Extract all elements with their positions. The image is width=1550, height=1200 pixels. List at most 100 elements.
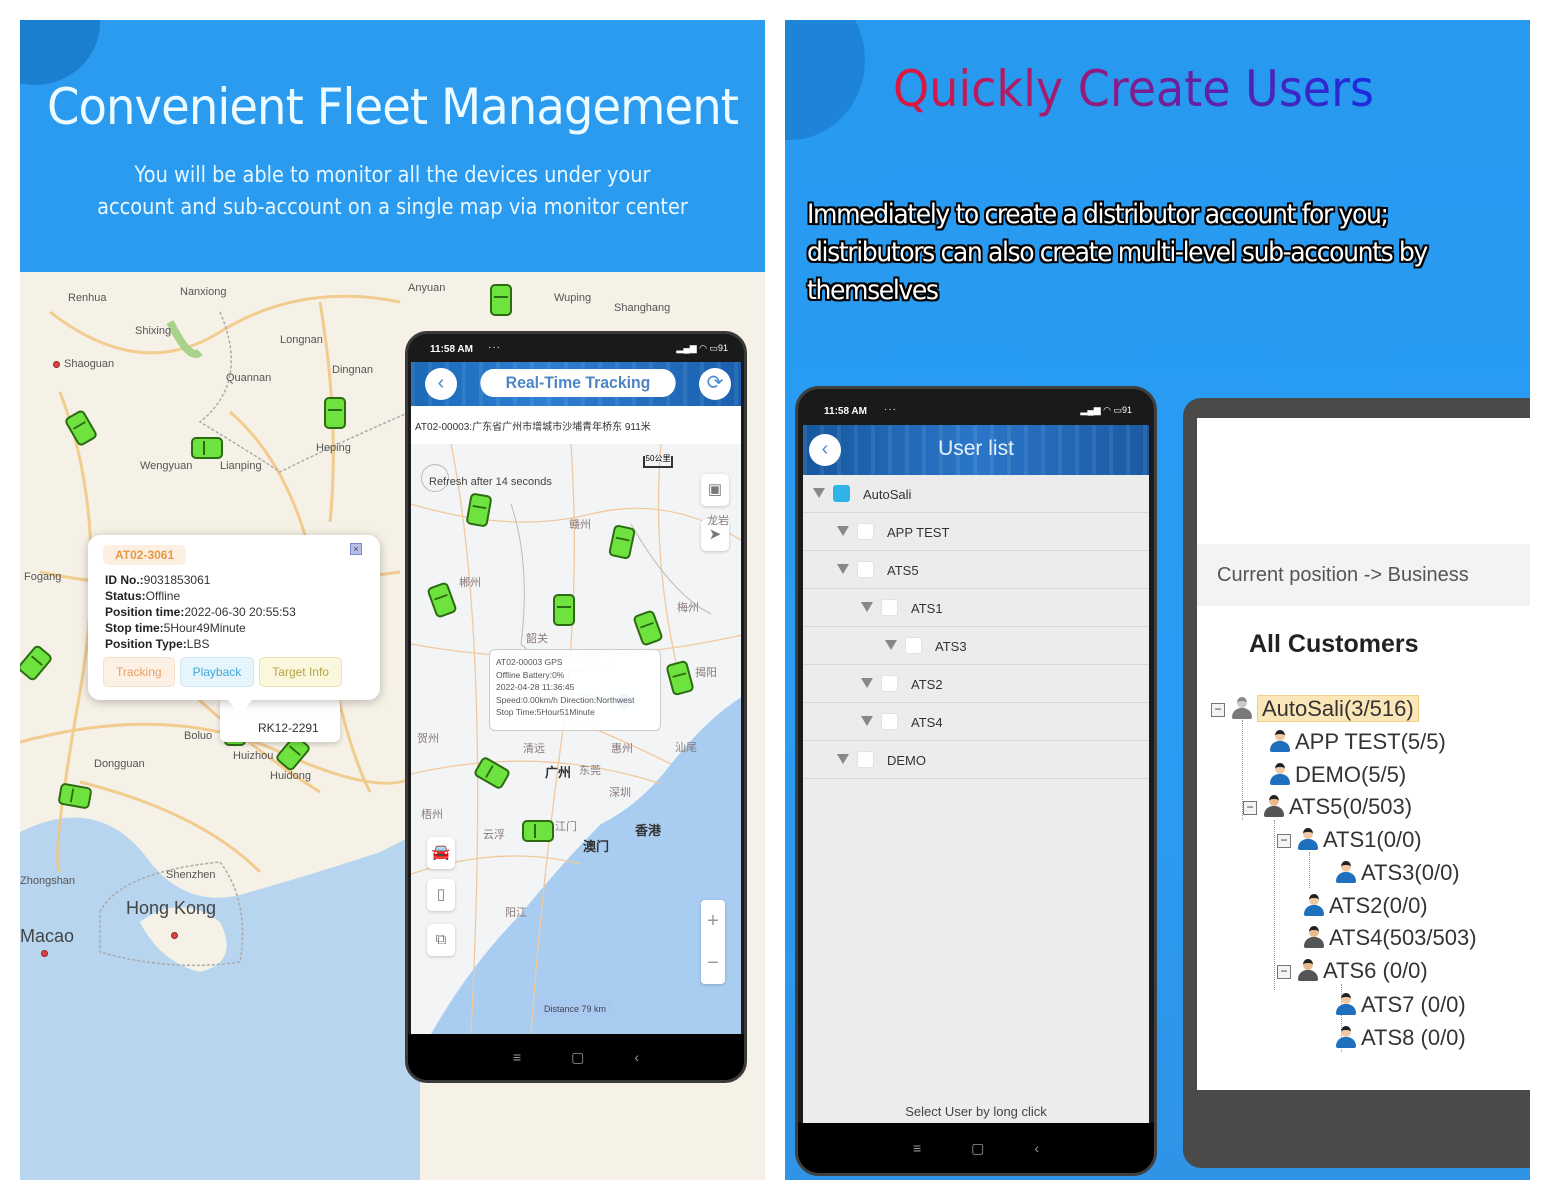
target-info-button[interactable]: Target Info: [259, 657, 342, 687]
tracking-map[interactable]: Refresh after 14 seconds 50公里 ▣ ➤ 赣州 郴州 …: [411, 444, 741, 1034]
user-checkbox[interactable]: [881, 675, 898, 692]
car-icon: 🚘: [431, 844, 451, 861]
expand-triangle-icon[interactable]: [813, 488, 825, 498]
user-row[interactable]: ATS4: [803, 703, 1149, 741]
expand-triangle-icon[interactable]: [861, 716, 873, 726]
tree-node[interactable]: APP TEST(5/5): [1269, 727, 1446, 757]
user-name: ATS5: [887, 563, 919, 578]
map-label: 汕尾: [675, 742, 697, 754]
user-row[interactable]: ATS3: [803, 627, 1149, 665]
map-label: Anyuan: [408, 282, 446, 294]
distance-label: Distance 79 km: [536, 1000, 615, 1018]
page-title: Real-Time Tracking: [480, 369, 676, 397]
home-icon[interactable]: ▢: [971, 1140, 984, 1157]
expand-triangle-icon[interactable]: [861, 678, 873, 688]
user-name: DEMO: [887, 753, 926, 768]
tree-node[interactable]: ATS4(503/503): [1303, 923, 1477, 953]
user-row[interactable]: ATS2: [803, 665, 1149, 703]
tree-node[interactable]: DEMO(5/5): [1269, 760, 1406, 790]
map-label: Boluo: [184, 730, 213, 742]
menu-icon[interactable]: ≡: [913, 1140, 921, 1156]
user-name: ATS4: [911, 715, 943, 730]
back-icon[interactable]: ‹: [1034, 1140, 1039, 1156]
city-marker: [171, 932, 178, 939]
phone-mode-button[interactable]: ▯: [427, 879, 455, 911]
tree-node[interactable]: − ATS5(0/503): [1243, 792, 1412, 822]
user-checkbox[interactable]: [857, 561, 874, 578]
map-label: Zhongshan: [20, 875, 76, 887]
user-checkbox[interactable]: [881, 599, 898, 616]
playback-button[interactable]: Playback: [179, 657, 255, 687]
status-time: 11:58 AM: [824, 406, 867, 417]
map-label: Fogang: [24, 571, 62, 583]
user-row[interactable]: ATS1: [803, 589, 1149, 627]
map-label-macao: Macao: [20, 926, 75, 946]
vehicle-marker[interactable]: [191, 437, 223, 459]
fleet-subtitle-line2: account and sub-account on a single map …: [97, 195, 688, 220]
map-label: 广州: [545, 765, 572, 780]
refresh-button[interactable]: ⟳: [699, 368, 731, 400]
tree-node[interactable]: ATS3(0/0): [1335, 858, 1460, 888]
user-checkbox[interactable]: [905, 637, 922, 654]
app-header: ‹ Real-Time Tracking ⟳: [411, 362, 741, 406]
back-button[interactable]: ‹: [425, 368, 457, 400]
vehicle-marker[interactable]: [324, 397, 346, 429]
collapse-icon[interactable]: −: [1277, 965, 1291, 980]
collapse-icon[interactable]: −: [1211, 703, 1225, 718]
fleet-subtitle-line1: You will be able to monitor all the devi…: [134, 163, 651, 188]
user-icon: [1303, 893, 1325, 917]
expand-triangle-icon[interactable]: [885, 640, 897, 650]
close-icon[interactable]: ×: [350, 543, 362, 555]
collapse-icon[interactable]: −: [1277, 834, 1291, 849]
fleet-title: Convenient Fleet Management: [46, 78, 739, 136]
user-row[interactable]: APP TEST: [803, 513, 1149, 551]
user-checkbox[interactable]: [857, 523, 874, 540]
vehicle-marker[interactable]: [553, 594, 575, 626]
vehicle-marker[interactable]: [522, 820, 554, 842]
map-label: Shanghang: [614, 302, 671, 314]
gps-info-popup: AT02-00003 GPS Offline Battery:0% 2022-0…: [489, 649, 661, 731]
tree-node[interactable]: ATS7 (0/0): [1335, 990, 1466, 1020]
home-icon[interactable]: ▢: [571, 1049, 584, 1066]
signal-wifi-battery-icon: ▂▄▆ ◠ ▭91: [1080, 405, 1132, 415]
user-checkbox[interactable]: [857, 751, 874, 768]
expand-triangle-icon[interactable]: [837, 526, 849, 536]
user-row[interactable]: DEMO: [803, 741, 1149, 779]
tree-node[interactable]: ATS8 (0/0): [1335, 1023, 1466, 1053]
expand-triangle-icon[interactable]: [837, 564, 849, 574]
tree-node[interactable]: − ATS1(0/0): [1277, 825, 1422, 855]
zoom-in-button[interactable]: +: [701, 900, 725, 942]
map-label-hong-kong: Hong Kong: [126, 898, 217, 918]
map-label: 阳江: [505, 907, 527, 919]
map-label: 惠州: [611, 743, 633, 755]
collapse-icon[interactable]: −: [1243, 801, 1257, 816]
customers-heading: All Customers: [1249, 630, 1419, 658]
map-layer-button[interactable]: ▣: [701, 474, 729, 506]
map-label: Shixing: [135, 325, 172, 337]
user-group-icon: [1297, 958, 1319, 982]
expand-triangle-icon[interactable]: [861, 602, 873, 612]
menu-icon[interactable]: ≡: [513, 1049, 521, 1065]
android-nav-bar: ≡ ▢ ‹: [798, 1123, 1154, 1173]
user-checkbox[interactable]: [881, 713, 898, 730]
map-label: 韶关: [526, 633, 548, 645]
zoom-out-button[interactable]: −: [701, 942, 725, 984]
create-users-description: Immediately to create a distributor acco…: [807, 199, 1428, 306]
user-group-icon: [1263, 794, 1285, 818]
vehicle-mode-button[interactable]: 🚘: [427, 837, 455, 869]
map-label: Heping: [316, 442, 351, 454]
user-icon: [1269, 762, 1291, 786]
user-group-icon: [1303, 925, 1325, 949]
tree-node[interactable]: − ATS6 (0/0): [1277, 956, 1428, 986]
vehicle-marker[interactable]: [490, 284, 512, 316]
tree-node[interactable]: − AutoSali(3/516): [1211, 694, 1419, 724]
user-row[interactable]: AutoSali: [803, 475, 1149, 513]
expand-triangle-icon[interactable]: [837, 754, 849, 764]
user-row[interactable]: ATS5: [803, 551, 1149, 589]
map-label: Shenzhen: [166, 869, 216, 881]
back-icon[interactable]: ‹: [634, 1049, 639, 1065]
route-button[interactable]: ⧉: [427, 924, 455, 956]
tracking-button[interactable]: Tracking: [103, 657, 175, 687]
user-checkbox[interactable]: [833, 485, 850, 502]
tree-node[interactable]: ATS2(0/0): [1303, 891, 1428, 921]
